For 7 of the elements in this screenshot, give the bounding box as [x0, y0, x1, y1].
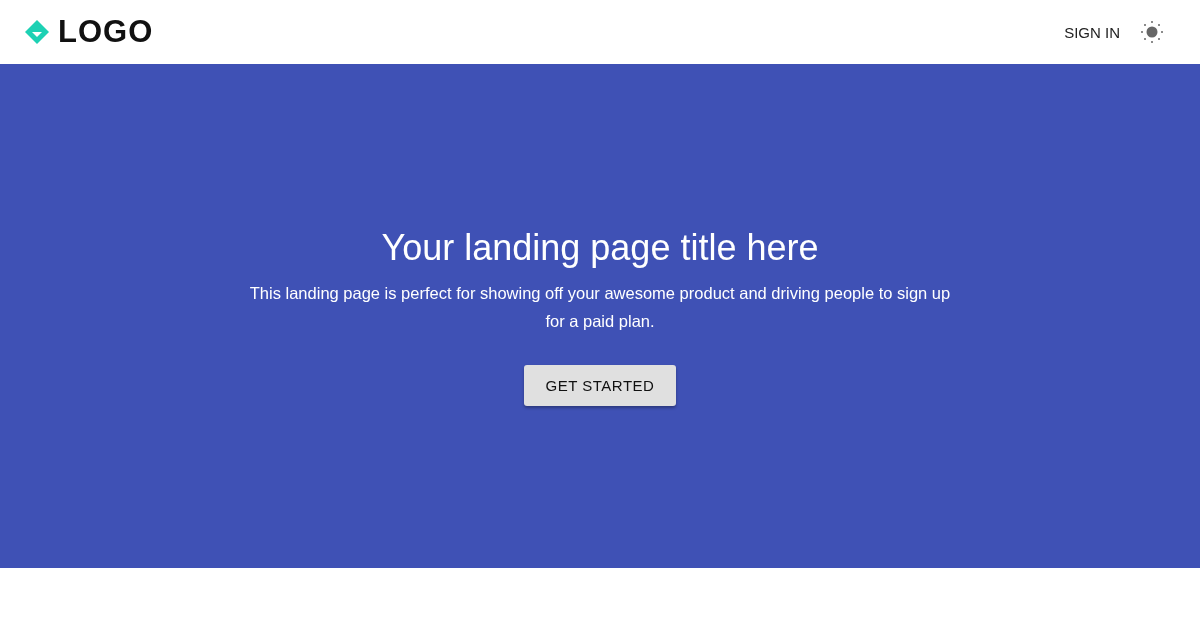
theme-toggle-icon[interactable] [1140, 20, 1164, 44]
hero-subtitle: This landing page is perfect for showing off your awesome product and driving people to sign up for a paid plan. [248, 282, 952, 332]
logo-icon [24, 19, 50, 45]
sign-in-button[interactable]: SIGN IN [1064, 17, 1120, 47]
get-started-button[interactable]: GET STARTED [523, 364, 677, 406]
hero-title: Your landing page title here [381, 226, 819, 269]
logo-text: LOGO [58, 14, 154, 50]
